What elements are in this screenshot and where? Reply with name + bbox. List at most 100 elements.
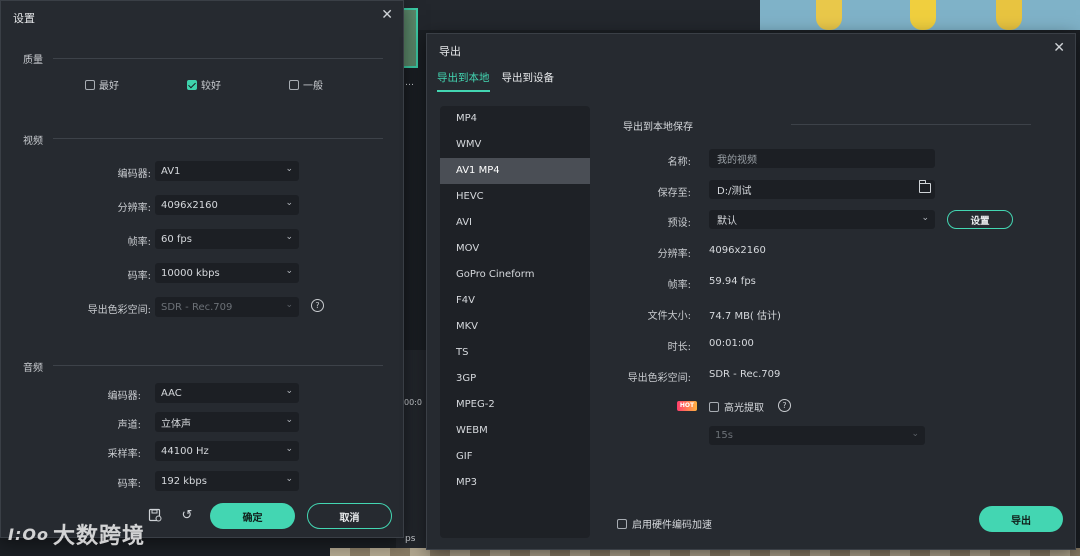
- select-value: 默认: [717, 216, 737, 227]
- chevron-down-icon: ⌄: [285, 300, 293, 310]
- divider: [53, 365, 383, 366]
- select-value: 立体声: [161, 418, 191, 430]
- select-value: SDR - Rec.709: [161, 301, 233, 313]
- checkbox-box: [289, 79, 299, 90]
- quality-section-label: 质量: [23, 55, 43, 66]
- select-value: 15s: [715, 430, 733, 441]
- format-item[interactable]: HEVC: [440, 184, 590, 210]
- name-input[interactable]: 我的视频: [709, 149, 935, 168]
- format-item[interactable]: AV1 MP4: [440, 158, 590, 184]
- format-item[interactable]: MKV: [440, 314, 590, 340]
- folder-icon[interactable]: [918, 180, 931, 193]
- colorspace-value: SDR - Rec.709: [709, 369, 781, 380]
- watermark-text: 大数跨境: [52, 524, 145, 549]
- video-encoder-label: 编码器:: [117, 169, 151, 180]
- format-item[interactable]: MPEG-2: [440, 392, 590, 418]
- quality-normal-label: 一般: [303, 81, 323, 92]
- highlight-duration-select: 15s ⌄: [709, 426, 925, 445]
- filesize-value: 74.7 MB( 估计): [709, 311, 781, 322]
- chevron-down-icon: ⌄: [285, 164, 293, 174]
- checkbox-box: [617, 518, 627, 529]
- close-icon[interactable]: ✕: [381, 7, 393, 23]
- editor-toolbar-background: [404, 0, 760, 30]
- quality-normal-checkbox[interactable]: 一般: [289, 77, 323, 92]
- format-list: MP4 WMV AV1 MP4 HEVC AVI MOV GoPro Cineform F4V…: [440, 106, 590, 538]
- format-item[interactable]: 3GP: [440, 366, 590, 392]
- select-value: AV1: [161, 165, 181, 177]
- audio-samplerate-label: 采样率:: [107, 449, 141, 460]
- select-value: 60 fps: [161, 233, 192, 245]
- chevron-down-icon: ⌄: [285, 198, 293, 208]
- tab-export-local[interactable]: 导出到本地: [437, 70, 490, 92]
- dialog-title: 设置: [13, 12, 35, 25]
- divider: [791, 124, 1031, 125]
- chevron-down-icon: ⌄: [285, 266, 293, 276]
- chevron-down-icon: ⌄: [285, 386, 293, 396]
- select-value: AAC: [161, 387, 182, 399]
- section-title: 导出到本地保存: [623, 122, 693, 133]
- name-label: 名称:: [667, 157, 691, 168]
- reset-icon[interactable]: ↺: [179, 508, 195, 524]
- audio-bitrate-select[interactable]: 192 kbps ⌄: [155, 471, 299, 491]
- cancel-button[interactable]: 取消: [307, 503, 392, 529]
- video-framerate-label: 帧率:: [127, 237, 151, 248]
- export-dialog: 导出 ✕ 导出到本地 导出到设备 MP4 WMV AV1 MP4 HEVC AVI MOV…: [426, 33, 1076, 550]
- dialog-title: 导出: [439, 45, 461, 58]
- chevron-down-icon: ⌄: [285, 474, 293, 484]
- video-section-label: 视频: [23, 136, 43, 147]
- highlight-checkbox[interactable]: 高光提取: [709, 399, 764, 414]
- format-item[interactable]: AVI: [440, 210, 590, 236]
- save-path-input[interactable]: D:/测试: [709, 180, 935, 199]
- colorspace-label: 导出色彩空间:: [627, 373, 691, 384]
- video-colorspace-label: 导出色彩空间:: [87, 305, 151, 316]
- ok-button[interactable]: 确定: [210, 503, 295, 529]
- watermark: I:Oo 大数跨境: [8, 518, 145, 550]
- hw-accel-label: 启用硬件编码加速: [632, 520, 712, 531]
- video-framerate-select[interactable]: 60 fps ⌄: [155, 229, 299, 249]
- audio-channel-select[interactable]: 立体声 ⌄: [155, 412, 299, 432]
- hot-badge: HOT: [677, 401, 697, 411]
- highlight-label: 高光提取: [724, 403, 764, 414]
- quality-best-checkbox[interactable]: 最好: [85, 77, 119, 92]
- quality-good-checkbox[interactable]: 较好: [187, 77, 221, 92]
- video-bitrate-select[interactable]: 10000 kbps ⌄: [155, 263, 299, 283]
- format-item[interactable]: WEBM: [440, 418, 590, 444]
- audio-encoder-label: 编码器:: [107, 391, 141, 402]
- chevron-down-icon: ⌄: [921, 213, 929, 223]
- video-resolution-label: 分辨率:: [117, 203, 151, 214]
- save-preset-icon[interactable]: [147, 508, 163, 524]
- chevron-down-icon: ⌄: [285, 444, 293, 454]
- format-item[interactable]: GIF: [440, 444, 590, 470]
- audio-samplerate-select[interactable]: 44100 Hz ⌄: [155, 441, 299, 461]
- audio-bitrate-label: 码率:: [117, 479, 141, 490]
- format-item[interactable]: MP3: [440, 470, 590, 496]
- video-resolution-select[interactable]: 4096x2160 ⌄: [155, 195, 299, 215]
- filesize-label: 文件大小:: [647, 311, 691, 322]
- quality-best-label: 最好: [99, 81, 119, 92]
- export-button[interactable]: 导出: [979, 506, 1063, 532]
- format-item[interactable]: F4V: [440, 288, 590, 314]
- resolution-label: 分辨率:: [657, 249, 691, 260]
- quality-good-label: 较好: [201, 81, 221, 92]
- preset-settings-button[interactable]: 设置: [947, 210, 1013, 229]
- select-value: 4096x2160: [161, 199, 218, 211]
- divider: [53, 58, 383, 59]
- select-value: 44100 Hz: [161, 445, 209, 457]
- help-icon[interactable]: ?: [778, 399, 791, 412]
- format-item[interactable]: MOV: [440, 236, 590, 262]
- framerate-label: 帧率:: [667, 280, 691, 291]
- audio-encoder-select[interactable]: AAC ⌄: [155, 383, 299, 403]
- tab-export-device[interactable]: 导出到设备: [502, 70, 555, 92]
- hw-accel-checkbox[interactable]: 启用硬件编码加速: [617, 516, 712, 531]
- preset-select[interactable]: 默认 ⌄: [709, 210, 935, 229]
- format-item[interactable]: TS: [440, 340, 590, 366]
- chevron-down-icon: ⌄: [911, 429, 919, 439]
- video-encoder-select[interactable]: AV1 ⌄: [155, 161, 299, 181]
- format-item[interactable]: MP4: [440, 106, 590, 132]
- format-item[interactable]: WMV: [440, 132, 590, 158]
- close-icon[interactable]: ✕: [1053, 40, 1065, 56]
- save-path-label: 保存至:: [657, 188, 691, 199]
- audio-section-label: 音频: [23, 363, 43, 374]
- help-icon[interactable]: ?: [311, 299, 324, 312]
- format-item[interactable]: GoPro Cineform: [440, 262, 590, 288]
